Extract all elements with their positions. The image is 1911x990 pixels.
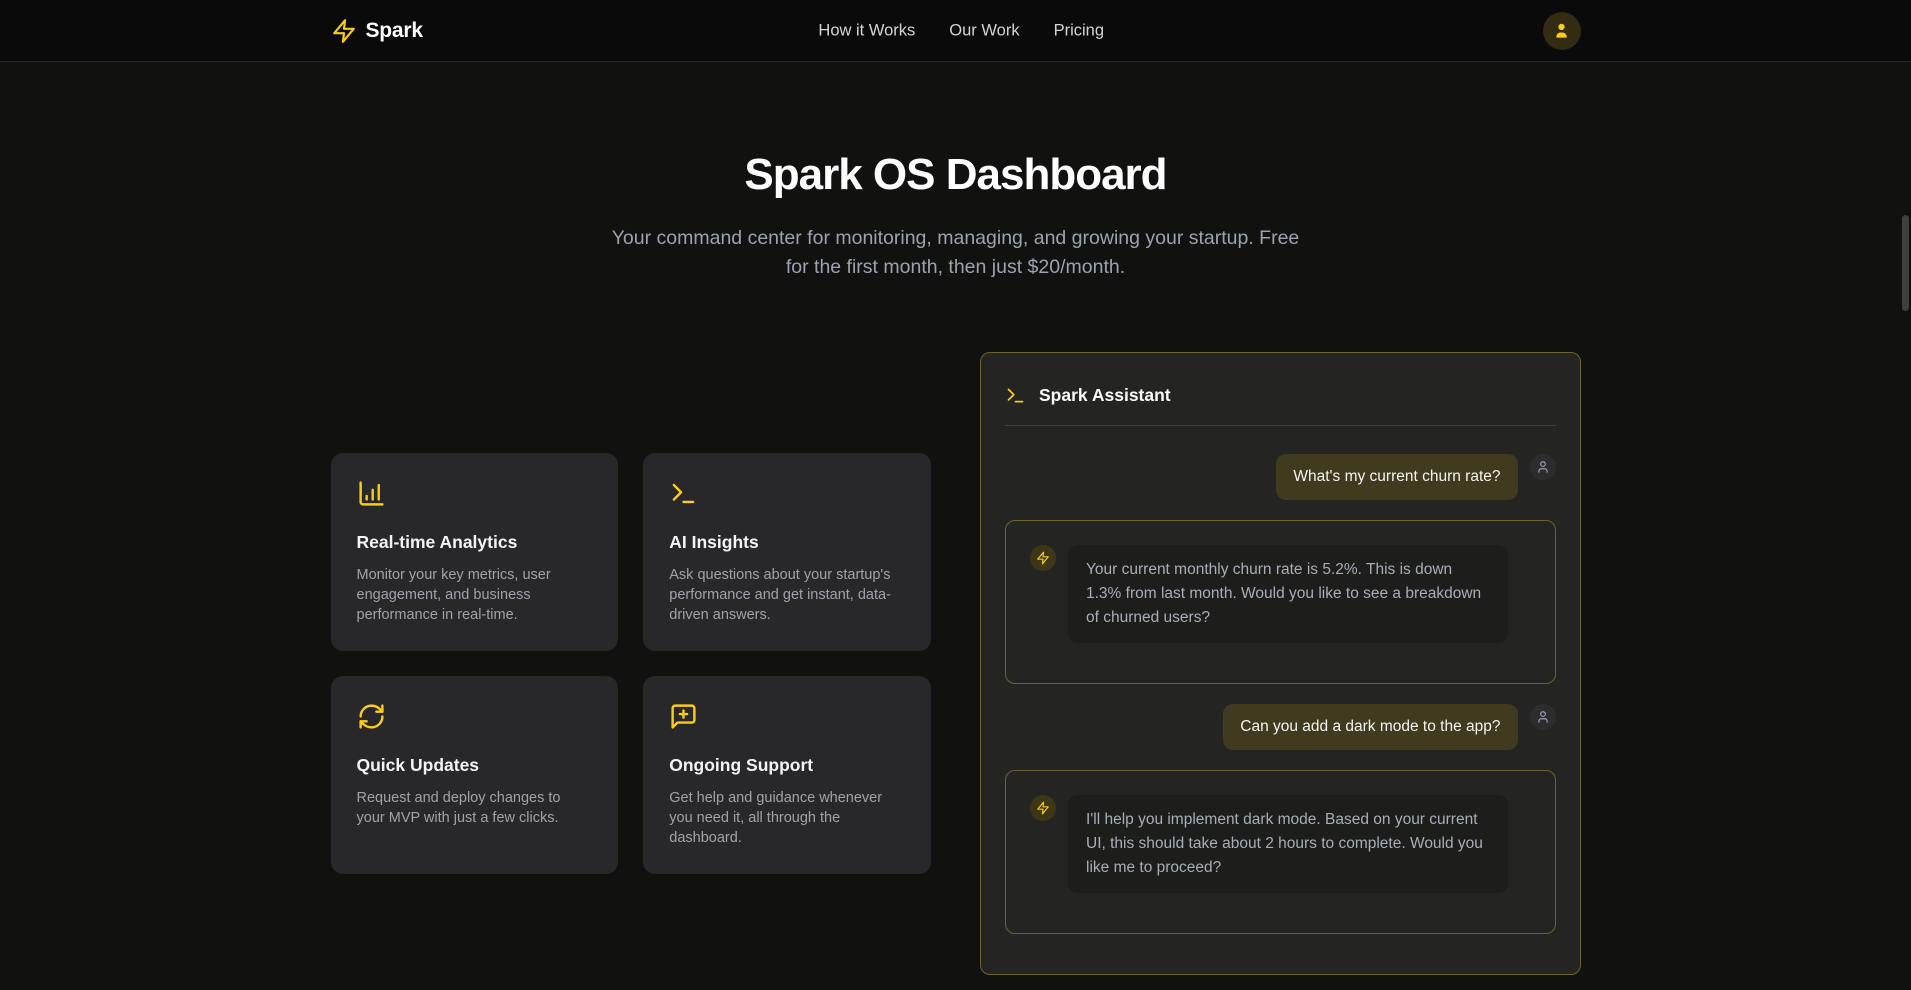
main-content: Real-time Analytics Monitor your key met… bbox=[331, 352, 1581, 975]
user-message-bubble: Can you add a dark mode to the app? bbox=[1223, 704, 1517, 750]
bar-chart-icon bbox=[357, 479, 593, 508]
account-avatar-button[interactable] bbox=[1543, 12, 1581, 50]
scrollbar-track[interactable] bbox=[1900, 62, 1911, 990]
assistant-title: Spark Assistant bbox=[1039, 385, 1171, 406]
feature-card-ongoing-support[interactable]: Ongoing Support Get help and guidance wh… bbox=[643, 676, 931, 874]
feature-title: Ongoing Support bbox=[669, 755, 905, 776]
chat-message-user: Can you add a dark mode to the app? bbox=[1005, 704, 1556, 750]
user-message-bubble: What's my current churn rate? bbox=[1276, 454, 1517, 500]
user-avatar bbox=[1530, 704, 1556, 730]
nav-links: How it Works Our Work Pricing bbox=[818, 21, 1104, 40]
chat-messages: What's my current churn rate? Your curre… bbox=[1005, 454, 1556, 934]
brand-name: Spark bbox=[366, 19, 423, 43]
assistant-avatar-zap-icon bbox=[1030, 795, 1056, 821]
chat-message-assistant: Your current monthly churn rate is 5.2%.… bbox=[1005, 520, 1556, 684]
assistant-message-bubble: Your current monthly churn rate is 5.2%.… bbox=[1068, 545, 1508, 643]
message-square-plus-icon bbox=[669, 702, 905, 731]
assistant-avatar-zap-icon bbox=[1030, 545, 1056, 571]
user-avatar bbox=[1530, 454, 1556, 480]
chat-message-user: What's my current churn rate? bbox=[1005, 454, 1556, 500]
terminal-icon bbox=[669, 479, 905, 508]
spark-assistant-panel: Spark Assistant What's my current churn … bbox=[980, 352, 1581, 975]
feature-description: Get help and guidance whenever you need … bbox=[669, 788, 905, 848]
features-grid: Real-time Analytics Monitor your key met… bbox=[331, 453, 932, 874]
terminal-icon bbox=[1005, 385, 1026, 406]
feature-title: Real-time Analytics bbox=[357, 532, 593, 553]
user-icon bbox=[1552, 21, 1571, 40]
scrollbar-thumb[interactable] bbox=[1902, 215, 1909, 311]
brand-logo[interactable]: Spark bbox=[331, 18, 423, 44]
nav-inner: Spark How it Works Our Work Pricing bbox=[331, 0, 1581, 61]
top-nav: Spark How it Works Our Work Pricing bbox=[0, 0, 1911, 62]
feature-description: Monitor your key metrics, user engagemen… bbox=[357, 565, 593, 625]
chat-message-assistant: I'll help you implement dark mode. Based… bbox=[1005, 770, 1556, 934]
nav-link-how-it-works[interactable]: How it Works bbox=[818, 21, 915, 40]
page-title: Spark OS Dashboard bbox=[0, 150, 1911, 200]
hero-section: Spark OS Dashboard Your command center f… bbox=[0, 62, 1911, 282]
feature-card-ai-insights[interactable]: AI Insights Ask questions about your sta… bbox=[643, 453, 931, 651]
nav-link-pricing[interactable]: Pricing bbox=[1054, 21, 1104, 40]
feature-card-quick-updates[interactable]: Quick Updates Request and deploy changes… bbox=[331, 676, 619, 874]
assistant-header: Spark Assistant bbox=[1005, 377, 1556, 406]
assistant-message-bubble: I'll help you implement dark mode. Based… bbox=[1068, 795, 1508, 893]
feature-title: Quick Updates bbox=[357, 755, 593, 776]
hero-subtitle: Your command center for monitoring, mana… bbox=[611, 224, 1301, 282]
feature-description: Ask questions about your startup's perfo… bbox=[669, 565, 905, 625]
feature-title: AI Insights bbox=[669, 532, 905, 553]
feature-description: Request and deploy changes to your MVP w… bbox=[357, 788, 593, 828]
refresh-icon bbox=[357, 702, 593, 731]
assistant-divider bbox=[1005, 425, 1556, 426]
nav-link-our-work[interactable]: Our Work bbox=[949, 21, 1019, 40]
feature-card-realtime-analytics[interactable]: Real-time Analytics Monitor your key met… bbox=[331, 453, 619, 651]
spark-zap-icon bbox=[331, 18, 357, 44]
